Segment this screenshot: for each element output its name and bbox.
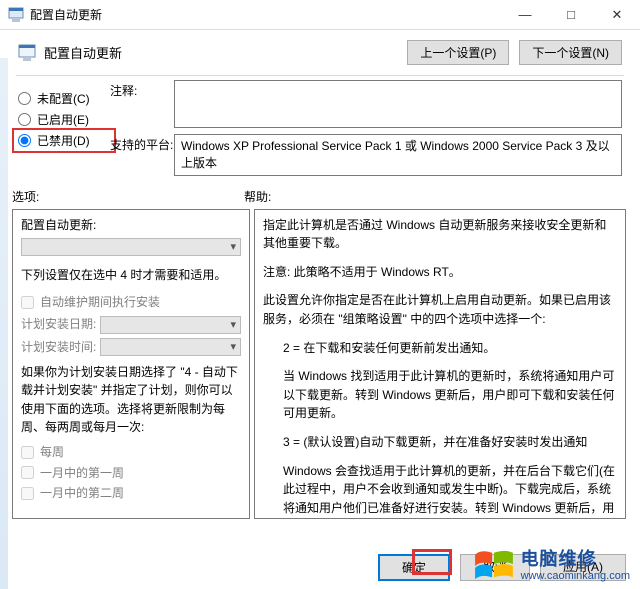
- chk-first-week[interactable]: [21, 466, 34, 479]
- install-time-dropdown[interactable]: [100, 338, 241, 356]
- state-radios: 未配置(C) 已启用(E) 已禁用(D): [18, 80, 110, 182]
- radio-enabled[interactable]: [18, 113, 31, 126]
- policy-header: 配置自动更新 上一个设置(P) 下一个设置(N): [0, 30, 640, 73]
- window-title: 配置自动更新: [30, 6, 502, 23]
- prev-setting-button[interactable]: 上一个设置(P): [407, 40, 509, 65]
- chk-second-week[interactable]: [21, 487, 34, 500]
- update-mode-dropdown[interactable]: [21, 238, 241, 256]
- platforms-label: 支持的平台:: [110, 134, 174, 153]
- radio-not-configured[interactable]: [18, 92, 31, 105]
- help-label: 帮助:: [244, 188, 271, 205]
- policy-icon: [18, 44, 36, 62]
- comment-textarea[interactable]: [174, 80, 622, 128]
- options-note: 下列设置仅在选中 4 时才需要和适用。: [21, 266, 241, 285]
- chk-first-week-label: 一月中的第一周: [40, 464, 124, 483]
- help-p3: 此设置允许你指定是否在此计算机上启用自动更新。如果已启用该服务，必须在 "组策略…: [263, 291, 617, 328]
- maximize-button[interactable]: □: [548, 0, 594, 29]
- chk-second-week-label: 一月中的第二周: [40, 484, 124, 503]
- radio-not-configured-label[interactable]: 未配置(C): [37, 90, 90, 107]
- app-icon: [8, 7, 24, 23]
- chk-maintenance[interactable]: [21, 296, 34, 309]
- options-panel[interactable]: 配置自动更新: 下列设置仅在选中 4 时才需要和适用。 自动维护期间执行安装 计…: [12, 209, 250, 519]
- radio-disabled-label[interactable]: 已禁用(D): [37, 132, 90, 149]
- chk-weekly-label: 每周: [40, 443, 64, 462]
- comment-label: 注释:: [110, 80, 174, 99]
- policy-title: 配置自动更新: [44, 43, 407, 62]
- help-p1: 指定此计算机是否通过 Windows 自动更新服务来接收安全更新和其他重要下载。: [263, 216, 617, 253]
- titlebar: 配置自动更新 — □ ✕: [0, 0, 640, 30]
- help-p7: Windows 会查找适用于此计算机的更新，并在后台下载它们(在此过程中，用户不…: [263, 462, 617, 519]
- chk-weekly[interactable]: [21, 446, 34, 459]
- next-setting-button[interactable]: 下一个设置(N): [519, 40, 622, 65]
- options-label: 选项:: [12, 188, 244, 205]
- install-time-label: 计划安装时间:: [21, 338, 96, 357]
- desktop-sliver: [0, 58, 8, 589]
- minimize-button[interactable]: —: [502, 0, 548, 29]
- radio-disabled[interactable]: [18, 134, 31, 147]
- help-p6: 3 = (默认设置)自动下载更新，并在准备好安装时发出通知: [263, 433, 617, 452]
- brand-text-url: www.caominkang.com: [521, 570, 630, 582]
- options-panel-title: 配置自动更新:: [21, 216, 241, 235]
- radio-enabled-label[interactable]: 已启用(E): [37, 111, 89, 128]
- help-p5: 当 Windows 找到适用于此计算机的更新时，系统将通知用户可以下载更新。转到…: [263, 367, 617, 423]
- chk-maintenance-label: 自动维护期间执行安装: [40, 293, 160, 312]
- install-day-label: 计划安装日期:: [21, 315, 96, 334]
- options-para1: 如果你为计划安装日期选择了 "4 - 自动下载并计划安装" 并指定了计划，则你可…: [21, 363, 241, 437]
- window-controls: — □ ✕: [502, 0, 640, 29]
- help-panel[interactable]: 指定此计算机是否通过 Windows 自动更新服务来接收安全更新和其他重要下载。…: [254, 209, 626, 519]
- close-button[interactable]: ✕: [594, 0, 640, 29]
- help-p2: 注意: 此策略不适用于 Windows RT。: [263, 263, 617, 282]
- brand-text-cn: 电脑维修: [521, 550, 630, 570]
- ok-button-highlight: [412, 549, 452, 575]
- help-p4: 2 = 在下载和安装任何更新前发出通知。: [263, 339, 617, 358]
- windows-logo-icon: [473, 549, 515, 583]
- supported-platforms-box: Windows XP Professional Service Pack 1 或…: [174, 134, 622, 176]
- watermark: 电脑维修 www.caominkang.com: [469, 547, 634, 585]
- install-day-dropdown[interactable]: [100, 316, 241, 334]
- radio-disabled-highlight: 已禁用(D): [12, 128, 116, 153]
